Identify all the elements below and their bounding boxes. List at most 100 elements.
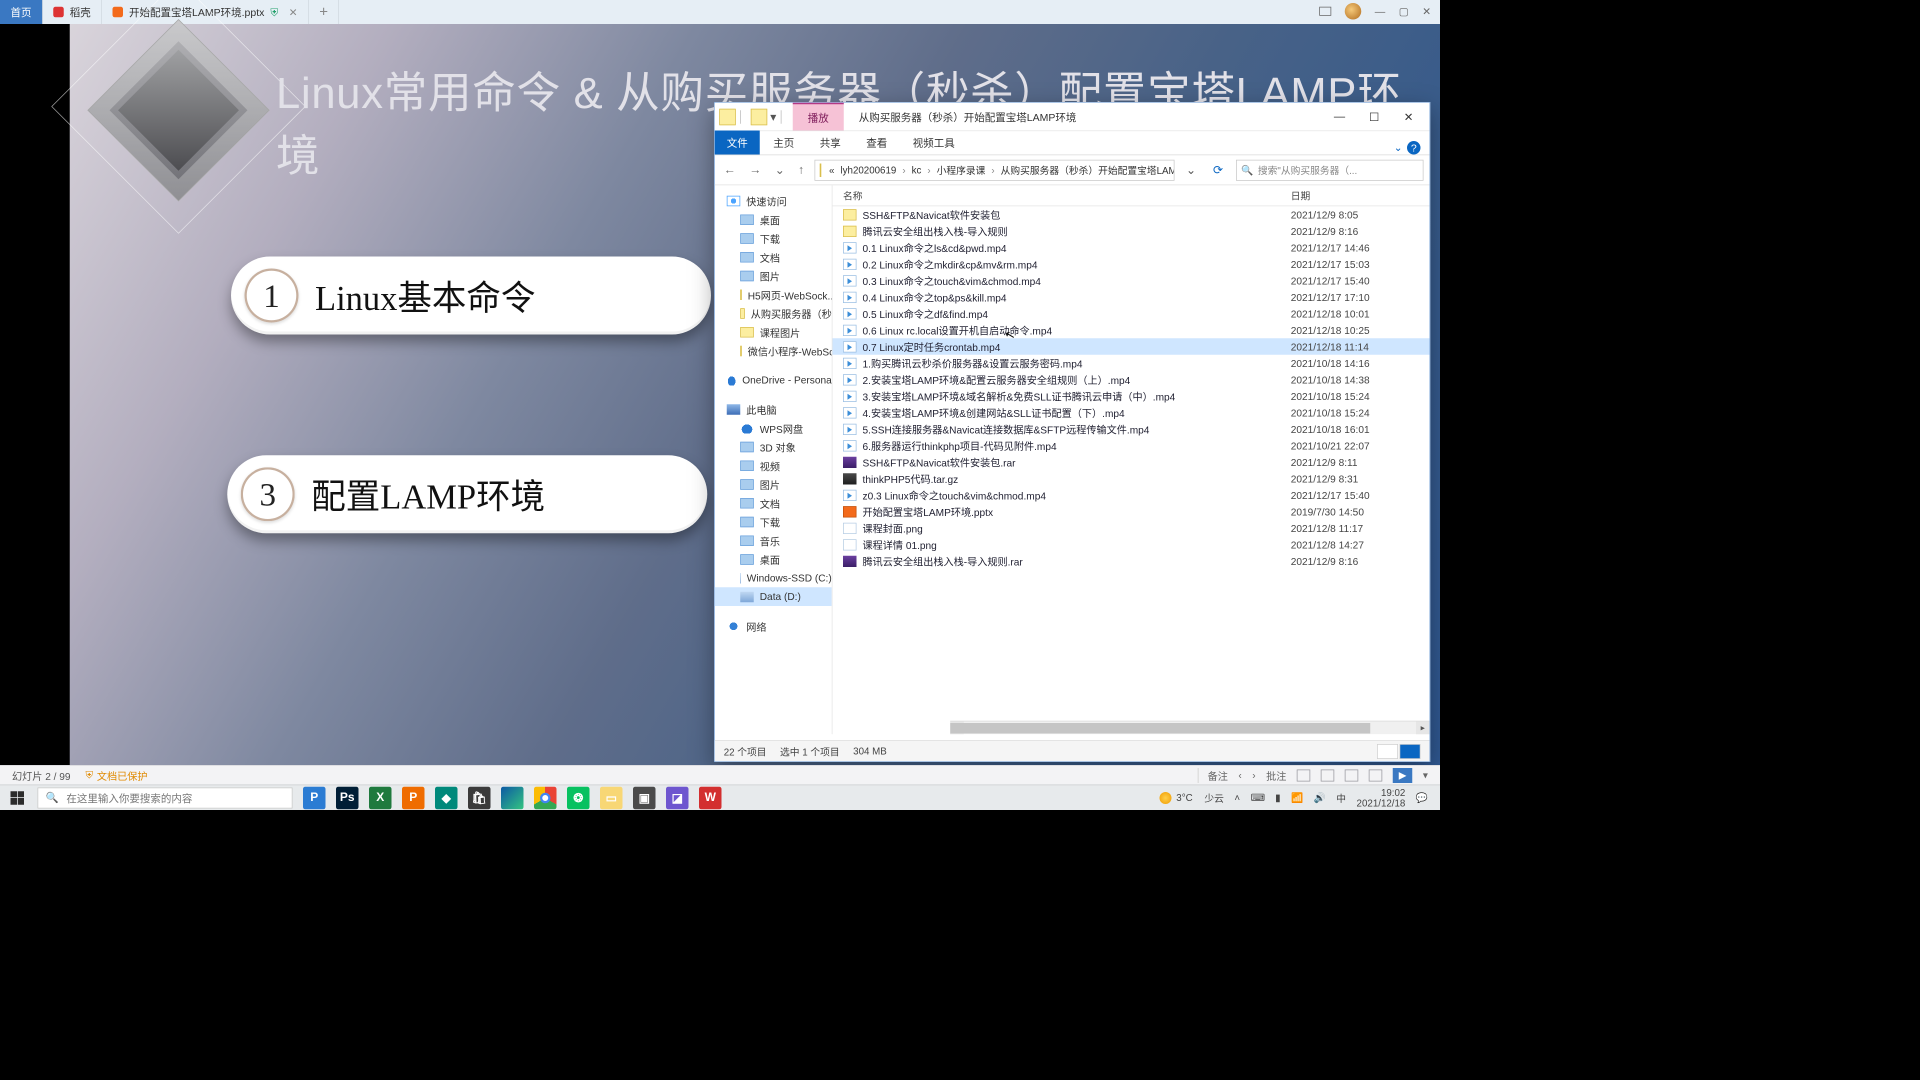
taskbar-search-input[interactable]: 🔍在这里输入你要搜索的内容 [38, 787, 293, 808]
taskbar-app-edge[interactable] [501, 786, 524, 809]
nav-downloads2[interactable]: 下载 [715, 512, 832, 531]
minimize-icon[interactable]: — [1375, 5, 1386, 17]
file-row[interactable]: SSH&FTP&Navicat软件安装包.rar2021/12/9 8:11 [833, 454, 1430, 471]
nav-drive-c[interactable]: Windows-SSD (C:) [715, 569, 832, 588]
file-row[interactable]: 开始配置宝塔LAMP环境.pptx2019/7/30 14:50 [833, 503, 1430, 520]
notes-button[interactable]: 备注 [1198, 768, 1228, 783]
nav-music[interactable]: 音乐 [715, 531, 832, 550]
prev-arrow-icon[interactable]: ‹ [1238, 770, 1241, 781]
explorer-titlebar[interactable]: ▾ 播放 从购买服务器（秒杀）开始配置宝塔LAMP环境 — ☐ ✕ [715, 103, 1430, 132]
nav-pictures[interactable]: 图片 [715, 266, 832, 285]
file-row[interactable]: 0.3 Linux命令之touch&vim&chmod.mp42021/12/1… [833, 272, 1430, 289]
file-row[interactable]: 6.服务器运行thinkphp项目-代码见附件.mp42021/10/21 22… [833, 437, 1430, 454]
refresh-icon[interactable]: ⟳ [1208, 162, 1229, 177]
taskbar-clock[interactable]: 19:02 2021/12/18 [1357, 787, 1406, 808]
tray-volume-icon[interactable]: 🔊 [1314, 792, 1326, 804]
explorer-maximize-icon[interactable]: ☐ [1367, 110, 1382, 124]
help-icon[interactable]: ? [1407, 141, 1421, 155]
list-header[interactable]: 名称 日期 [833, 185, 1430, 206]
column-name[interactable]: 名称 [833, 188, 1291, 202]
zoom-dropdown-icon[interactable]: ▾ [1423, 769, 1428, 781]
taskbar-app-ppt[interactable]: P [402, 786, 425, 809]
file-row[interactable]: 0.4 Linux命令之top&ps&kill.mp42021/12/17 17… [833, 289, 1430, 306]
tab-add[interactable]: + [309, 0, 340, 24]
file-row[interactable]: 课程封面.png2021/12/8 11:17 [833, 520, 1430, 537]
file-row[interactable]: 3.安装宝塔LAMP环境&域名解析&免费SLL证书腾讯云申请（中）.mp4202… [833, 388, 1430, 405]
nav-documents2[interactable]: 文档 [715, 494, 832, 513]
scroll-right-icon[interactable]: ▸ [1416, 722, 1430, 735]
view-thumbnails-button[interactable] [1400, 744, 1421, 759]
nav-quick-access[interactable]: 快速访问 [715, 191, 832, 210]
ribbon-contextual-play[interactable]: 播放 [793, 103, 844, 131]
nav-back-icon[interactable]: ← [721, 163, 739, 177]
nav-network[interactable]: 网络 [715, 617, 832, 636]
view-details-button[interactable] [1377, 744, 1398, 759]
taskbar-app-explorer[interactable]: ▭ [600, 786, 623, 809]
file-row[interactable]: 0.2 Linux命令之mkdir&cp&mv&rm.mp42021/12/17… [833, 256, 1430, 273]
file-row[interactable]: thinkPHP5代码.tar.gz2021/12/9 8:31 [833, 470, 1430, 487]
file-row[interactable]: 1.购买腾讯云秒杀价服务器&设置云服务密码.mp42021/10/18 14:1… [833, 355, 1430, 372]
nav-folder-courseimg[interactable]: 课程图片 [715, 323, 832, 342]
breadcrumb-item[interactable]: 从购买服务器（秒杀）开始配置宝塔LAMP环境 [998, 163, 1175, 177]
breadcrumb[interactable]: « lyh20200619› kc› 小程序录课› 从购买服务器（秒杀）开始配置… [815, 159, 1175, 180]
nav-videos[interactable]: 视频 [715, 456, 832, 475]
column-date[interactable]: 日期 [1291, 188, 1430, 202]
file-row[interactable]: 4.安装宝塔LAMP环境&创建网站&SLL证书配置（下）.mp42021/10/… [833, 404, 1430, 421]
explorer-close-icon[interactable]: ✕ [1401, 110, 1416, 124]
ribbon-tab-video-tools[interactable]: 视频工具 [901, 131, 967, 155]
nav-this-pc[interactable]: 此电脑 [715, 400, 832, 419]
file-row[interactable]: 腾讯云安全组出栈入栈-导入规则2021/12/9 8:16 [833, 223, 1430, 240]
nav-wps[interactable]: WPS网盘 [715, 419, 832, 438]
ribbon-tab-share[interactable]: 共享 [808, 131, 853, 155]
scroll-thumb[interactable] [950, 723, 1370, 734]
nav-folder-buysrv[interactable]: 从购买服务器（秒 [715, 304, 832, 323]
file-row[interactable]: 2.安装宝塔LAMP环境&配置云服务器安全组规则（上）.mp42021/10/1… [833, 371, 1430, 388]
nav-folder-h5[interactable]: H5网页-WebSock... [715, 285, 832, 304]
breadcrumb-item[interactable]: lyh20200619 [837, 164, 899, 175]
tray-wifi-icon[interactable]: 📶 [1291, 792, 1303, 804]
file-row[interactable]: 腾讯云安全组出栈入栈-导入规则.rar2021/12/9 8:16 [833, 553, 1430, 570]
file-row[interactable]: 课程详情 01.png2021/12/8 14:27 [833, 536, 1430, 553]
tab-close-icon[interactable]: ✕ [289, 6, 298, 19]
nav-desktop[interactable]: 桌面 [715, 210, 832, 229]
file-row[interactable]: 0.7 Linux定时任务crontab.mp42021/12/18 11:14 [833, 338, 1430, 355]
ribbon-tab-view[interactable]: 查看 [854, 131, 899, 155]
explorer-file-list[interactable]: 名称 日期 SSH&FTP&Navicat软件安装包2021/12/9 8:05… [833, 185, 1430, 734]
breadcrumb-item[interactable]: kc [909, 164, 925, 175]
nav-recent-icon[interactable]: ⌄ [772, 162, 788, 177]
nav-documents[interactable]: 文档 [715, 248, 832, 267]
taskbar-app-teal[interactable]: ◆ [435, 786, 458, 809]
taskbar-app-store[interactable]: 🛍 [468, 786, 491, 809]
taskbar-app-p[interactable]: P [303, 786, 326, 809]
ribbon-tab-home[interactable]: 主页 [761, 131, 806, 155]
taskbar-app-purple[interactable]: ◪ [666, 786, 689, 809]
user-avatar[interactable] [1345, 3, 1362, 20]
nav-desktop2[interactable]: 桌面 [715, 550, 832, 569]
file-row[interactable]: 0.5 Linux命令之df&find.mp42021/12/18 10:01 [833, 305, 1430, 322]
nav-drive-d[interactable]: Data (D:) [715, 587, 832, 606]
ribbon-tab-file[interactable]: 文件 [715, 131, 760, 155]
taskbar-app-excel[interactable]: X [369, 786, 392, 809]
file-row[interactable]: 5.SSH连接服务器&Navicat连接数据库&SFTP远程传输文件.mp420… [833, 421, 1430, 438]
tab-home[interactable]: 首页 [0, 0, 43, 24]
nav-3d[interactable]: 3D 对象 [715, 437, 832, 456]
comments-button[interactable]: 批注 [1266, 768, 1286, 783]
file-row[interactable]: SSH&FTP&Navicat软件安装包2021/12/9 8:05 [833, 206, 1430, 223]
maximize-icon[interactable]: ▢ [1399, 5, 1409, 18]
nav-downloads[interactable]: 下载 [715, 229, 832, 248]
breadcrumb-dropdown-icon[interactable]: ⌄ [1182, 162, 1200, 177]
tray-expand-icon[interactable]: ˄ [1234, 792, 1240, 803]
nav-pictures2[interactable]: 图片 [715, 475, 832, 494]
taskbar-app-sublime[interactable]: ▣ [633, 786, 656, 809]
nav-onedrive[interactable]: OneDrive - Persona [715, 371, 832, 390]
file-row[interactable]: 0.6 Linux rc.local设置开机自启动命令.mp42021/12/1… [833, 322, 1430, 339]
nav-forward-icon[interactable]: → [746, 163, 764, 177]
next-arrow-icon[interactable]: › [1252, 770, 1255, 781]
tray-notifications-icon[interactable]: 💬 [1416, 792, 1428, 804]
file-row[interactable]: z0.3 Linux命令之touch&vim&chmod.mp42021/12/… [833, 487, 1430, 504]
slideshow-button[interactable]: ▶ [1393, 768, 1413, 783]
tray-lang-icon[interactable]: 中 [1336, 791, 1346, 805]
horizontal-scrollbar[interactable]: ◂ ▸ [950, 721, 1429, 735]
nav-folder-miniprog[interactable]: 微信小程序-WebSc... [715, 341, 832, 360]
reading-view-icon[interactable] [1345, 769, 1359, 781]
